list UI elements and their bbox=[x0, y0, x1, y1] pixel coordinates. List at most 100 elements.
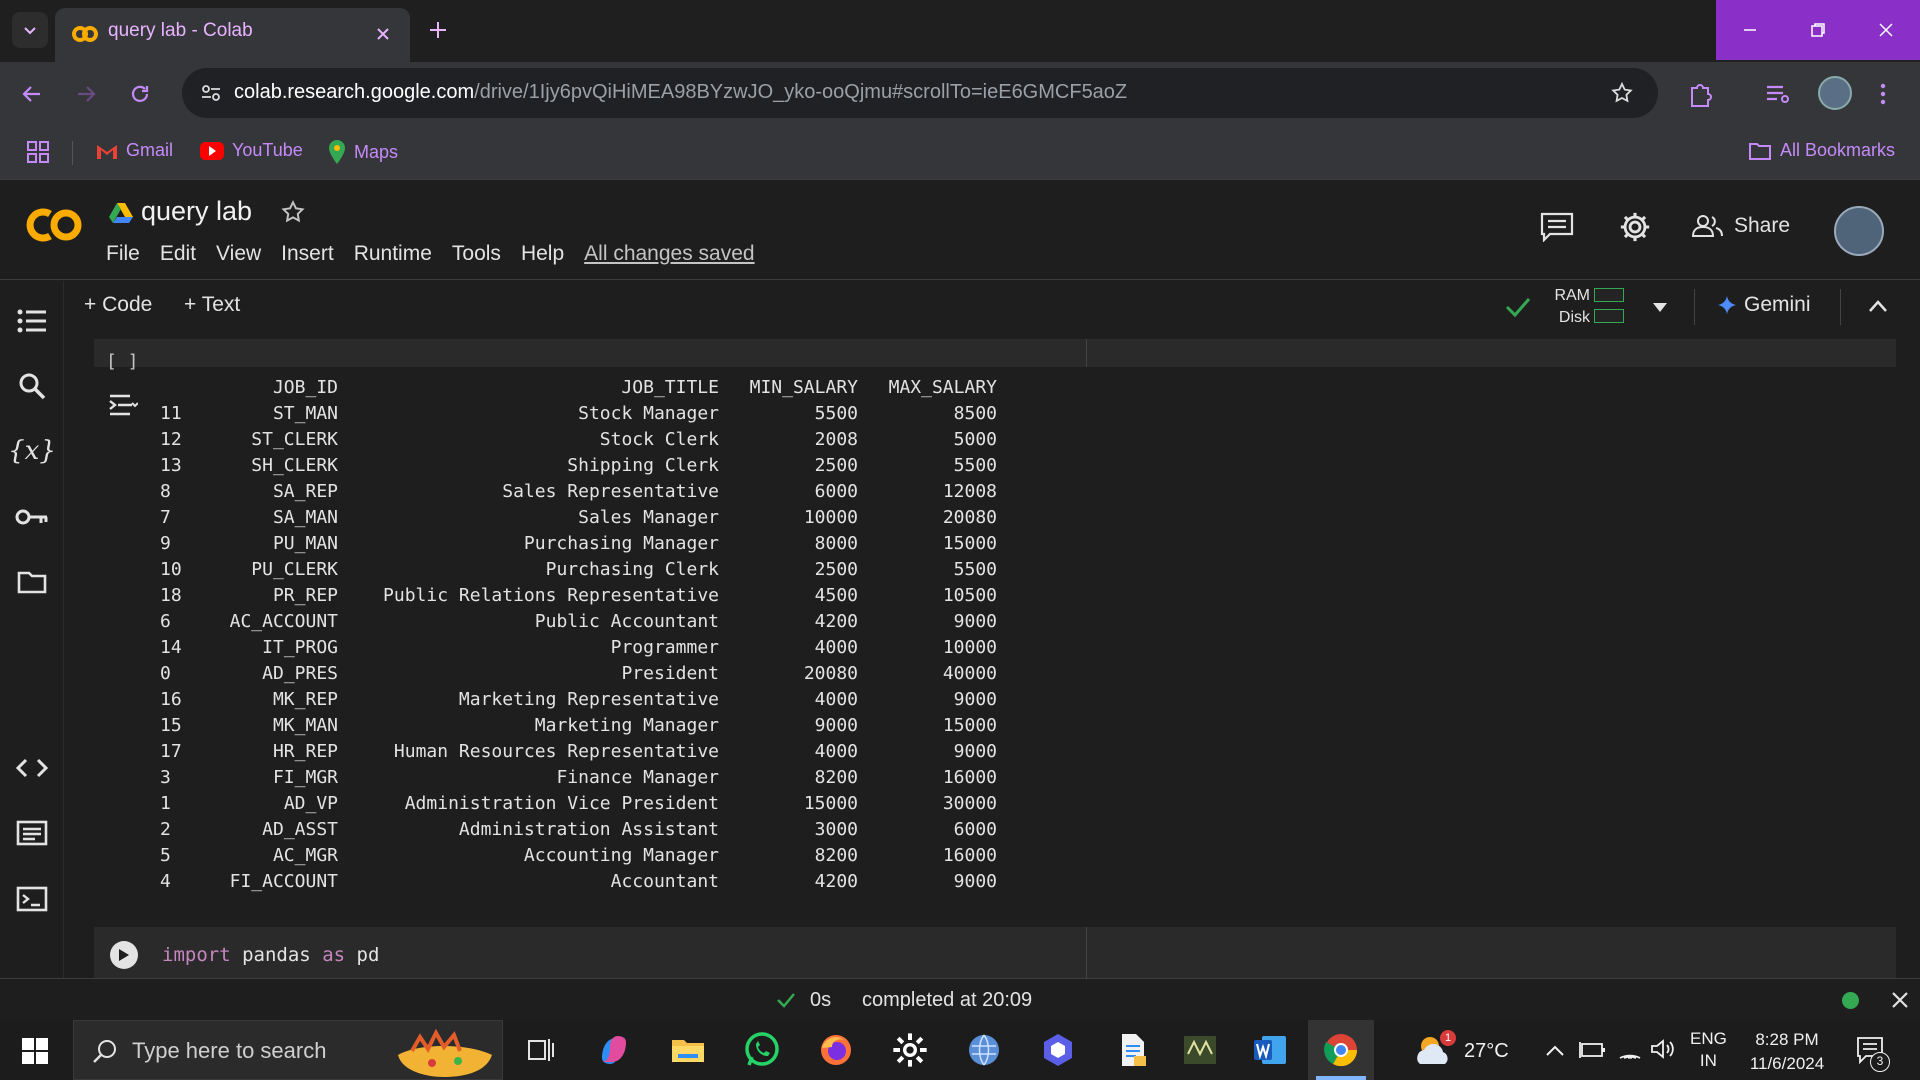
menu-runtime[interactable]: Runtime bbox=[354, 242, 432, 266]
user-avatar[interactable] bbox=[1834, 206, 1884, 256]
settings-gear-icon[interactable] bbox=[890, 1030, 930, 1070]
save-status[interactable]: All changes saved bbox=[584, 242, 754, 266]
code-snippets-button[interactable] bbox=[14, 750, 50, 786]
collapse-header-icon[interactable] bbox=[1868, 299, 1888, 313]
extensions-icon[interactable] bbox=[1686, 80, 1714, 108]
cell-job-title: Finance Manager bbox=[556, 767, 719, 788]
colab-logo-icon[interactable] bbox=[20, 204, 86, 246]
command-palette-button[interactable] bbox=[14, 815, 50, 851]
apps-grid-icon[interactable] bbox=[26, 140, 50, 164]
bookmark-maps[interactable]: Maps bbox=[328, 140, 398, 164]
cell-min-salary: 9000 bbox=[814, 715, 858, 736]
volume-icon[interactable] bbox=[1650, 1038, 1676, 1060]
variables-button[interactable]: {x} bbox=[8, 433, 56, 469]
all-bookmarks[interactable]: All Bookmarks bbox=[1748, 140, 1895, 161]
share-button[interactable]: Share bbox=[1692, 214, 1790, 238]
copilot-icon[interactable] bbox=[594, 1030, 634, 1070]
search-icon bbox=[19, 373, 46, 400]
word-icon[interactable] bbox=[1250, 1030, 1290, 1070]
cell-divider bbox=[1086, 339, 1087, 367]
battery-icon[interactable] bbox=[1578, 1040, 1606, 1060]
file-explorer-icon[interactable] bbox=[668, 1030, 708, 1070]
add-text-button[interactable]: + Text bbox=[184, 293, 240, 317]
code-keyword: import bbox=[162, 944, 231, 966]
taskbar-active-app[interactable] bbox=[1308, 1020, 1374, 1080]
cell-index: 18 bbox=[160, 585, 182, 606]
find-button[interactable] bbox=[14, 368, 50, 404]
completion-status[interactable]: completed at 20:09 bbox=[862, 989, 1032, 1012]
media-queue-icon[interactable] bbox=[1764, 82, 1792, 106]
close-tab-icon[interactable] bbox=[375, 26, 391, 42]
table-row: 2 AD_ASST Administration Assistant 3000 6000 bbox=[160, 817, 997, 843]
site-info-icon[interactable] bbox=[200, 82, 222, 104]
chevron-up-icon[interactable] bbox=[1546, 1044, 1564, 1056]
close-icon[interactable] bbox=[1891, 991, 1909, 1009]
profile-avatar[interactable] bbox=[1818, 76, 1852, 110]
task-view-icon[interactable] bbox=[520, 1030, 560, 1070]
forward-arrow-icon[interactable] bbox=[74, 82, 98, 106]
caret-down-icon[interactable] bbox=[1652, 301, 1668, 313]
clock[interactable]: 8:28 PM 11/6/2024 bbox=[1746, 1028, 1828, 1076]
cell-index: 1 bbox=[160, 793, 171, 814]
notebook-title[interactable]: query lab bbox=[141, 196, 252, 227]
cell-max-salary: 12008 bbox=[942, 481, 997, 502]
copilot-hexagon-icon[interactable] bbox=[1038, 1030, 1078, 1070]
menu-edit[interactable]: Edit bbox=[160, 242, 196, 266]
files-button[interactable] bbox=[14, 564, 50, 600]
code-cell[interactable] bbox=[94, 339, 1896, 367]
reload-icon[interactable] bbox=[128, 82, 152, 106]
table-header-row: JOB_ID JOB_TITLE MIN_SALARY MAX_SALARY bbox=[160, 375, 997, 401]
comments-icon[interactable] bbox=[1540, 212, 1574, 242]
folder-icon bbox=[1749, 142, 1771, 160]
cell-max-salary: 16000 bbox=[942, 845, 997, 866]
whatsapp-icon[interactable] bbox=[742, 1030, 782, 1070]
document-app-icon[interactable] bbox=[1112, 1030, 1152, 1070]
code-line[interactable]: import pandas as pd bbox=[162, 944, 379, 966]
new-tab-icon[interactable] bbox=[428, 20, 448, 40]
settings-gear-icon[interactable] bbox=[1618, 210, 1652, 244]
language-indicator[interactable]: ENG IN bbox=[1690, 1028, 1727, 1072]
firefox-icon[interactable] bbox=[816, 1030, 856, 1070]
run-cell-button[interactable] bbox=[110, 941, 138, 969]
cell-min-salary: 2500 bbox=[814, 559, 858, 580]
cell-min-salary: 6000 bbox=[814, 481, 858, 502]
back-arrow-icon[interactable] bbox=[20, 82, 44, 106]
close-window-button[interactable] bbox=[1852, 0, 1920, 60]
menu-help[interactable]: Help bbox=[521, 242, 564, 266]
tab-search-button[interactable] bbox=[12, 12, 48, 48]
weather-temp[interactable]: 27°C bbox=[1464, 1040, 1509, 1063]
table-row: 6 AC_ACCOUNT Public Accountant 4200 9000 bbox=[160, 609, 997, 635]
menu-file[interactable]: File bbox=[106, 242, 140, 266]
terminal-button[interactable] bbox=[14, 881, 50, 917]
menu-tools[interactable]: Tools bbox=[452, 242, 501, 266]
bookmark-star-icon[interactable] bbox=[1610, 81, 1634, 105]
menu-view[interactable]: View bbox=[216, 242, 261, 266]
star-icon[interactable] bbox=[280, 199, 306, 225]
colab-header: query lab File Edit View Insert Runtime … bbox=[0, 180, 1920, 280]
taskbar-search[interactable]: Type here to search bbox=[73, 1020, 503, 1080]
table-row: 1 AD_VP Administration Vice President 15000… bbox=[160, 791, 997, 817]
browser-tab-active[interactable]: query lab - Colab bbox=[55, 8, 410, 62]
globe-app-icon[interactable] bbox=[964, 1030, 1004, 1070]
output-actions-icon[interactable] bbox=[108, 393, 138, 419]
bookmark-gmail[interactable]: Gmail bbox=[96, 140, 173, 161]
gemini-button[interactable]: Gemini bbox=[1718, 293, 1811, 317]
game-app-icon[interactable] bbox=[1180, 1030, 1220, 1070]
minimize-button[interactable] bbox=[1716, 0, 1784, 60]
menu-insert[interactable]: Insert bbox=[281, 242, 334, 266]
wifi-icon[interactable] bbox=[1618, 1038, 1642, 1060]
address-bar[interactable]: colab.research.google.com/drive/1Ijy6pvQ… bbox=[182, 68, 1658, 118]
cell-min-salary: 5500 bbox=[814, 403, 858, 424]
cell-run-brackets[interactable]: [ ] bbox=[106, 351, 139, 372]
disk-meter[interactable] bbox=[1594, 309, 1624, 323]
bookmark-youtube[interactable]: YouTube bbox=[200, 140, 303, 161]
more-vert-icon[interactable] bbox=[1878, 82, 1888, 106]
play-icon bbox=[119, 949, 129, 961]
add-code-button[interactable]: + Code bbox=[84, 293, 152, 317]
ram-meter[interactable] bbox=[1594, 288, 1624, 302]
restore-button[interactable] bbox=[1784, 0, 1852, 60]
secrets-button[interactable] bbox=[14, 499, 50, 535]
windows-start-icon[interactable] bbox=[22, 1038, 48, 1064]
runtime-status-dot[interactable] bbox=[1842, 992, 1859, 1009]
table-of-contents-button[interactable] bbox=[14, 303, 50, 339]
